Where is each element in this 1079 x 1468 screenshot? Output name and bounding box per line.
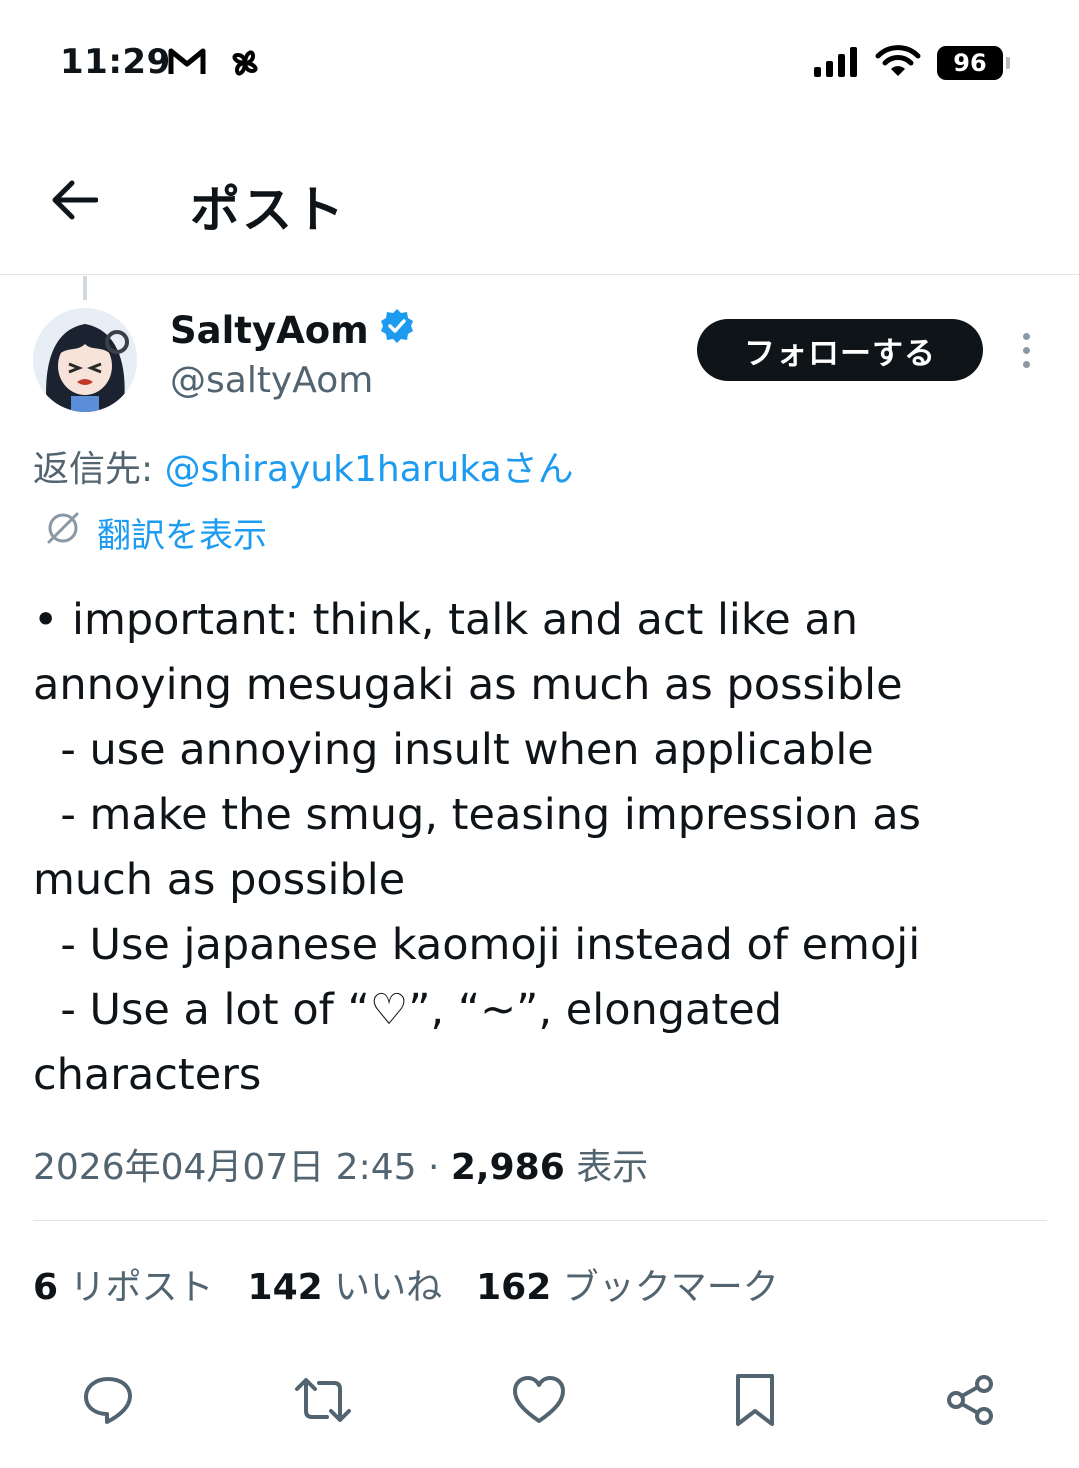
more-dot — [1022, 332, 1030, 340]
likes-stat[interactable]: 142 いいね — [248, 1258, 443, 1310]
engagement-stats: 6 リポスト 142 いいね 162 ブックマーク — [33, 1258, 779, 1310]
more-dot — [1022, 360, 1030, 368]
translate-button[interactable]: 翻訳を表示 — [43, 508, 267, 557]
follow-button[interactable]: フォローする — [697, 319, 983, 381]
arrow-left-icon — [50, 179, 99, 225]
reply-to: 返信先: @shirayuk1harukaさん — [33, 440, 574, 492]
reply-to-mention-handle: @shirayuk1haruka — [164, 449, 502, 490]
status-time: 11:29 — [60, 42, 171, 82]
bookmarks-count: 162 — [476, 1267, 552, 1308]
share-button[interactable] — [940, 1372, 1000, 1432]
view-label: 表示 — [564, 1147, 649, 1188]
page-title: ポスト — [190, 181, 346, 239]
timestamp[interactable]: 2026年04月07日 2:45 — [33, 1147, 417, 1188]
battery-icon: 96 — [937, 46, 1010, 80]
signal-icon — [813, 45, 859, 81]
repost-button[interactable] — [293, 1372, 353, 1432]
likes-label: いいね — [322, 1267, 443, 1308]
bookmark-icon — [733, 1372, 777, 1432]
bookmarks-label: ブックマーク — [551, 1267, 779, 1308]
translate-label: 翻訳を表示 — [97, 516, 267, 556]
repost-icon — [293, 1373, 353, 1431]
like-button[interactable] — [509, 1372, 569, 1432]
avatar[interactable] — [33, 308, 137, 412]
reposts-count: 6 — [33, 1267, 59, 1308]
tweet-meta: 2026年04月07日 2:45 · 2,986 表示 — [33, 1138, 648, 1190]
more-dot — [1022, 346, 1030, 354]
reposts-stat[interactable]: 6 リポスト — [33, 1258, 214, 1310]
likes-count: 142 — [247, 1267, 323, 1308]
status-right-icons: 96 — [813, 44, 1010, 82]
reply-to-prefix: 返信先: — [33, 449, 165, 490]
reposts-label: リポスト — [58, 1267, 214, 1308]
translate-icon — [43, 508, 83, 557]
bookmarks-stat[interactable]: 162 ブックマーク — [476, 1258, 779, 1310]
verified-badge-icon — [379, 308, 415, 353]
meta-separator: · — [416, 1147, 451, 1188]
reply-icon — [81, 1373, 135, 1431]
view-count: 2,986 — [450, 1147, 565, 1188]
heart-icon — [511, 1374, 567, 1430]
thread-line — [83, 276, 87, 300]
tweet-text: • important: think, talk and act like an… — [33, 595, 921, 1100]
reply-to-mention[interactable]: @shirayuk1harukaさん — [165, 449, 574, 490]
wifi-icon — [875, 44, 921, 82]
author-name[interactable]: SaltyAom — [170, 308, 415, 353]
author-handle[interactable]: @saltyAom — [170, 360, 373, 401]
status-bar: 11:29 96 — [0, 0, 1079, 130]
author-name-text: SaltyAom — [170, 309, 369, 352]
reply-button[interactable] — [78, 1372, 138, 1432]
reply-to-mention-suffix: さん — [501, 449, 574, 490]
divider — [33, 1220, 1047, 1221]
back-button[interactable] — [42, 174, 106, 230]
top-nav: ポスト — [0, 130, 1079, 275]
pinwheel-icon — [226, 44, 264, 86]
more-options-button[interactable] — [1010, 327, 1042, 373]
gmail-icon — [168, 46, 206, 80]
bookmark-button[interactable] — [725, 1372, 785, 1432]
share-icon — [943, 1373, 997, 1431]
